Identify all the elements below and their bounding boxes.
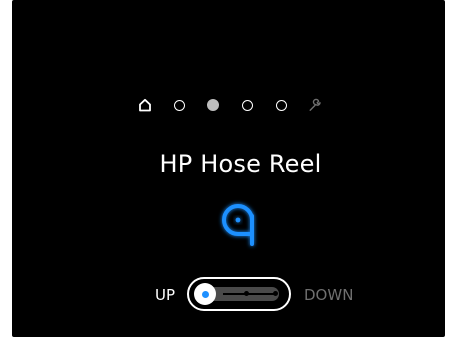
- page-dot-2-active[interactable]: [204, 96, 222, 114]
- page-dot-4[interactable]: [272, 96, 290, 114]
- up-label[interactable]: UP: [155, 286, 175, 304]
- settings-page-button[interactable]: [306, 96, 324, 114]
- page-dot-3[interactable]: [238, 96, 256, 114]
- down-label[interactable]: DOWN: [304, 286, 353, 304]
- hose-reel-icon: [222, 204, 254, 246]
- home-page-button[interactable]: [136, 96, 154, 114]
- page-indicator: [136, 96, 336, 114]
- page-dot-1[interactable]: [170, 96, 188, 114]
- toggle-tick: [244, 291, 249, 296]
- toggle-knob[interactable]: [194, 283, 216, 305]
- direction-control: UP DOWN: [24, 277, 450, 313]
- wrench-icon: [309, 98, 321, 111]
- direction-toggle[interactable]: [187, 277, 291, 311]
- toggle-tick: [273, 291, 278, 296]
- hose-reel-screen: HP Hose Reel UP DOWN: [12, 0, 445, 337]
- home-icon: [139, 98, 151, 112]
- device-title: HP Hose Reel: [159, 150, 322, 178]
